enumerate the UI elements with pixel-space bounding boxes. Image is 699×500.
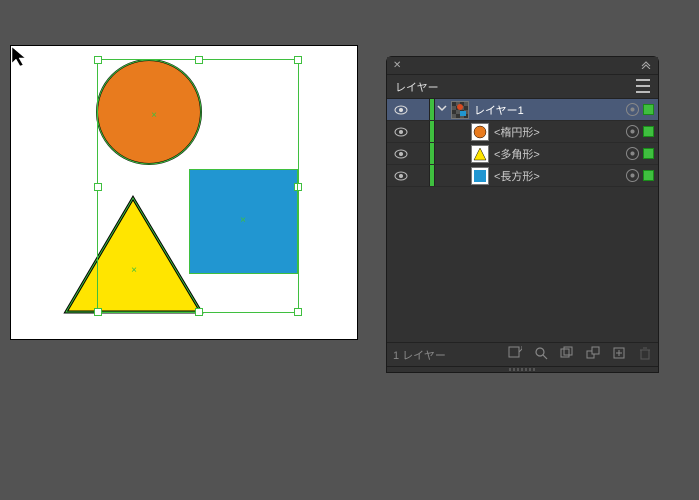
layer-list: レイヤー1 <楕円形>: [387, 99, 658, 342]
shape-center-marker: ×: [131, 268, 137, 274]
layer-name-label[interactable]: <多角形>: [491, 146, 626, 162]
layer-thumbnail: [451, 101, 469, 119]
new-layer-button[interactable]: [612, 346, 626, 363]
panel-menu-button[interactable]: [634, 79, 650, 93]
search-button[interactable]: [534, 346, 548, 363]
layer-count-label: 1 レイヤー: [393, 347, 446, 363]
panel-resize-gripper[interactable]: [387, 366, 658, 372]
selection-handle[interactable]: [94, 308, 102, 316]
panel-close-button[interactable]: ✕: [393, 60, 401, 71]
selection-handle[interactable]: [94, 183, 102, 191]
selection-indicator[interactable]: [643, 126, 654, 137]
shape-center-marker: ×: [240, 218, 246, 224]
layer-name-label[interactable]: <長方形>: [491, 168, 626, 184]
sublayer-thumbnail-rect: [471, 167, 489, 185]
visibility-toggle[interactable]: [387, 148, 415, 160]
selection-handle[interactable]: [195, 308, 203, 316]
target-button[interactable]: [626, 125, 639, 138]
sublayer-thumbnail-triangle: [471, 145, 489, 163]
panel-topbar: ✕: [387, 57, 658, 75]
layer-name-label[interactable]: <楕円形>: [491, 124, 626, 140]
layer-accent: [429, 143, 435, 164]
selection-handle[interactable]: [94, 56, 102, 64]
selection-indicator[interactable]: [643, 104, 654, 115]
delete-layer-button[interactable]: [638, 346, 652, 363]
selection-handle[interactable]: [195, 56, 203, 64]
layers-panel: ✕ レイヤー レイヤー1: [386, 56, 659, 373]
layer-row-polygon[interactable]: <多角形>: [387, 143, 658, 165]
selection-indicator[interactable]: [643, 148, 654, 159]
target-button[interactable]: [626, 147, 639, 160]
canvas-artboard[interactable]: × × ×: [10, 45, 358, 340]
new-sublayer-button[interactable]: [586, 346, 600, 363]
visibility-toggle[interactable]: [387, 170, 415, 182]
expand-toggle[interactable]: [435, 103, 449, 116]
layers-tab[interactable]: レイヤー: [395, 79, 439, 95]
sublayer-thumbnail-ellipse: [471, 123, 489, 141]
collect-button[interactable]: [560, 346, 574, 363]
selection-handle[interactable]: [294, 56, 302, 64]
layer-accent: [429, 121, 435, 142]
layer-name-label[interactable]: レイヤー1: [471, 102, 626, 118]
visibility-toggle[interactable]: [387, 126, 415, 138]
target-button[interactable]: [626, 103, 639, 116]
locate-object-button[interactable]: [508, 346, 522, 363]
panel-collapse-icon[interactable]: [640, 59, 652, 72]
shape-center-marker: ×: [151, 113, 157, 119]
visibility-toggle[interactable]: [387, 104, 415, 116]
layer-row-rectangle[interactable]: <長方形>: [387, 165, 658, 187]
target-button[interactable]: [626, 169, 639, 182]
panel-footer: 1 レイヤー: [387, 342, 658, 366]
layer-row-parent[interactable]: レイヤー1: [387, 99, 658, 121]
panel-tabs: レイヤー: [387, 75, 658, 99]
selection-handle[interactable]: [294, 308, 302, 316]
layer-row-ellipse[interactable]: <楕円形>: [387, 121, 658, 143]
layer-accent: [429, 165, 435, 186]
selection-indicator[interactable]: [643, 170, 654, 181]
